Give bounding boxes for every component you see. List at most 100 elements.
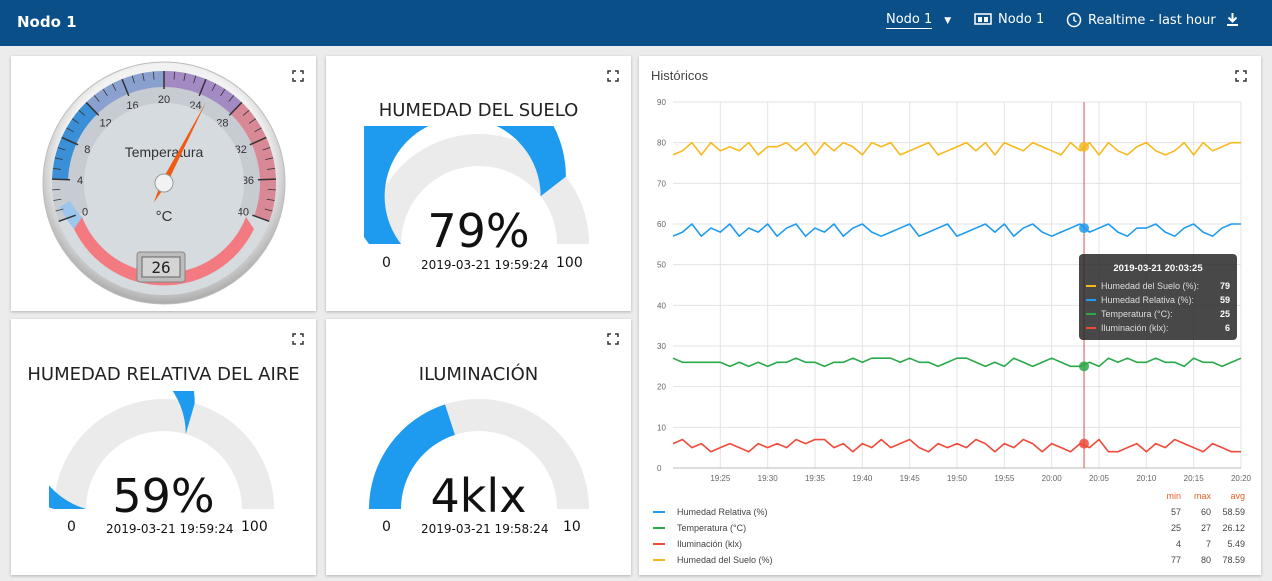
illumination-card: ILUMINACIÓN 4klx 0 10 2019-03-21 19:58:2… [326, 319, 631, 575]
illumination-title: ILUMINACIÓN [418, 364, 539, 385]
dashboard-title: Nodo 1 [17, 13, 77, 31]
legend-swatch [653, 559, 665, 561]
illumination-timestamp: 2019-03-21 19:58:24 [421, 522, 549, 536]
x-tick-label: 20:00 [1042, 474, 1063, 483]
tooltip-row: Iluminación (klx): 6 [1079, 321, 1237, 335]
illumination-min-label: 0 [382, 519, 391, 535]
x-tick-label: 19:50 [947, 474, 968, 483]
y-tick-label: 20 [657, 383, 666, 392]
x-tick-label: 20:20 [1231, 474, 1252, 483]
x-tick-label: 19:45 [900, 474, 921, 483]
x-tick-label: 20:05 [1089, 474, 1110, 483]
soil-humidity-title: HUMEDAD DEL SUELO [378, 100, 579, 121]
clock-icon [1066, 12, 1082, 28]
tooltip-row-name: Humedad del Suelo (%): [1101, 281, 1200, 291]
tooltip-row-value: 6 [1224, 323, 1230, 333]
air-humidity-title: HUMEDAD RELATIVA DEL AIRE [27, 364, 300, 385]
soil-max-label: 100 [556, 255, 583, 271]
legend-item-min: 57 [1170, 507, 1181, 517]
tooltip-time: 2019-03-21 20:03:25 [1113, 263, 1203, 274]
time-range-button[interactable]: Realtime - last hour [1066, 12, 1216, 28]
legend-item-name: Humedad Relativa (%) [677, 507, 768, 517]
tooltip-row-value: 79 [1219, 281, 1230, 291]
legend-item-avg: 58.59 [1222, 507, 1245, 517]
soil-humidity-value: 79% [427, 204, 530, 258]
soil-humidity-card: HUMEDAD DEL SUELO 79% 0 100 2019-03-21 1… [326, 56, 631, 311]
legend-item-max: 7 [1205, 539, 1211, 549]
x-tick-label: 20:10 [1136, 474, 1157, 483]
legend-item-min: 4 [1175, 539, 1181, 549]
fullscreen-icon[interactable] [607, 333, 619, 345]
legend-item-avg: 78.59 [1222, 555, 1245, 565]
legend-item-max: 80 [1200, 555, 1211, 565]
y-tick-label: 40 [657, 301, 666, 310]
node-selector-value: Nodo 1 [886, 12, 933, 29]
tooltip-row-name: Humedad Relativa (%): [1101, 295, 1195, 305]
y-tick-label: 60 [657, 220, 666, 229]
illumination-max-label: 10 [563, 519, 581, 535]
gauge-digital-display: 26 [151, 258, 170, 277]
scale-tick [257, 178, 276, 181]
x-tick-label: 19:30 [758, 474, 779, 483]
legend-item-name: Iluminación (klx) [677, 539, 743, 549]
y-tick-label: 80 [657, 139, 666, 148]
y-tick-label: 0 [657, 464, 662, 473]
legend-header-avg: avg [1230, 491, 1245, 501]
legend-item-avg: 5.49 [1227, 539, 1245, 549]
air-humidity-card: HUMEDAD RELATIVA DEL AIRE 59% 0 100 2019… [11, 319, 316, 575]
download-icon [1227, 13, 1238, 26]
air-max-label: 100 [241, 519, 268, 535]
legend-header-min: min [1166, 491, 1181, 501]
legend-item[interactable]: Humedad Relativa (%) 57 60 58.59 [653, 504, 1245, 520]
legend-header-row: min max avg [653, 488, 1245, 504]
tooltip-row: Temperatura (°C): 25 [1079, 307, 1237, 321]
legend-item[interactable]: Iluminación (klx) 4 7 5.49 [653, 536, 1245, 552]
scale-label: 8 [84, 144, 90, 156]
cursor-point [1079, 438, 1090, 449]
chart-legend: min max avg Humedad Relativa (%) 57 60 5… [653, 488, 1245, 568]
legend-header-max: max [1193, 491, 1211, 501]
tooltip-row-value: 25 [1219, 309, 1230, 319]
cursor-point [1079, 223, 1090, 234]
y-tick-label: 10 [657, 423, 666, 432]
scale-label: 4 [77, 175, 83, 187]
temperature-gauge: 0481216202428323640 Temperatura °C 26 [42, 61, 286, 305]
gauge-unit: °C [156, 208, 173, 225]
cursor-point [1079, 361, 1090, 372]
y-tick-label: 30 [657, 342, 666, 351]
fullscreen-icon[interactable] [292, 70, 304, 82]
history-card: Históricos 0 10 20 30 40 50 60 70 80 90 19:25 19:30… [639, 56, 1261, 575]
fullscreen-icon[interactable] [292, 333, 304, 345]
top-bar: Nodo 1 Nodo 1 ▼ Nodo 1 Realtime - last h… [0, 0, 1272, 46]
air-timestamp: 2019-03-21 19:59:24 [106, 522, 234, 536]
device-button[interactable]: Nodo 1 [974, 12, 1044, 27]
x-tick-label: 20:15 [1184, 474, 1205, 483]
legend-swatch [653, 527, 665, 529]
legend-swatch [653, 543, 665, 545]
node-selector[interactable]: Nodo 1 ▼ [886, 12, 951, 29]
scale-label: 0 [82, 207, 88, 219]
legend-item[interactable]: Temperatura (°C) 25 27 26.12 [653, 520, 1245, 536]
soil-min-label: 0 [382, 255, 391, 271]
tooltip-row-value: 59 [1219, 295, 1230, 305]
temperature-card: 0 4 8 12 16 20 24 28 32 36 40 Temperatura °C 26 [11, 56, 316, 311]
soil-timestamp: 2019-03-21 19:59:24 [421, 258, 549, 272]
legend-item-name: Temperatura (°C) [677, 523, 747, 533]
x-tick-label: 19:55 [994, 474, 1015, 483]
tooltip-row: Humedad del Suelo (%): 79 [1079, 279, 1237, 293]
tooltip-row-name: Iluminación (klx): [1101, 323, 1169, 333]
gauge-caption: Temperatura [125, 144, 204, 160]
y-tick-label: 50 [657, 261, 666, 270]
legend-item[interactable]: Humedad del Suelo (%) 77 80 78.59 [653, 552, 1245, 568]
device-label: Nodo 1 [998, 12, 1045, 27]
fullscreen-icon[interactable] [607, 70, 619, 82]
chevron-down-icon: ▼ [944, 15, 952, 26]
y-tick-label: 90 [657, 98, 666, 107]
chart-tooltip: 2019-03-21 20:03:25 Humedad del Suelo (%… [1079, 254, 1237, 340]
cursor-point [1079, 141, 1090, 152]
y-tick-label: 70 [657, 179, 666, 188]
legend-item-min: 77 [1170, 555, 1181, 565]
x-tick-label: 19:35 [805, 474, 826, 483]
air-min-label: 0 [67, 519, 76, 535]
download-button[interactable] [1226, 12, 1239, 27]
